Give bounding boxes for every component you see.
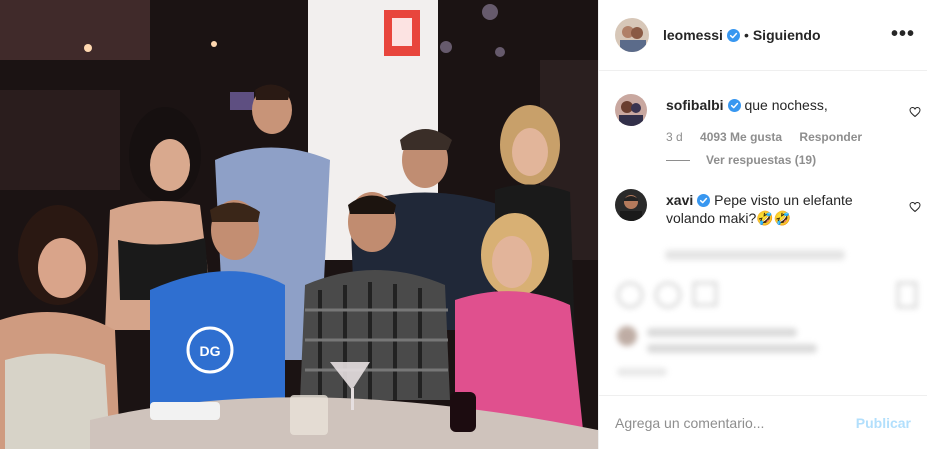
comment-composer: Agrega un comentario... Publicar <box>599 395 927 449</box>
verified-badge-icon <box>726 28 740 42</box>
comment-text: Pepe visto un elefante volando maki?🤣🤣 <box>666 192 853 226</box>
post-photo[interactable]: DG <box>0 0 598 449</box>
comment-likes[interactable]: 4093 Me gusta <box>700 130 782 144</box>
author-avatar[interactable] <box>615 18 649 52</box>
add-comment-input[interactable]: Agrega un comentario... <box>615 415 856 431</box>
verified-badge-icon <box>697 194 711 207</box>
comment-list[interactable]: sofibalbi que nochess, 3 d 4093 Me gusta… <box>599 72 927 250</box>
group-photo-illustration: DG <box>0 0 598 449</box>
post-side-panel: leomessi • Siguiendo ••• sofibalbi que n… <box>598 0 927 449</box>
replies-divider-line <box>666 160 690 162</box>
comment-text-block: sofibalbi que nochess, <box>666 96 899 114</box>
reply-button[interactable]: Responder <box>799 130 862 144</box>
view-replies-label: Ver respuestas (19) <box>706 153 817 167</box>
comment-age: 3 d <box>666 130 683 144</box>
verified-badge-icon <box>727 99 741 112</box>
comment-text-block: xavi Pepe visto un elefante volando maki… <box>666 191 899 227</box>
like-heart-icon[interactable] <box>909 106 921 118</box>
author-username[interactable]: leomessi <box>663 27 723 43</box>
view-replies-button[interactable]: Ver respuestas (19) <box>666 153 816 167</box>
separator-dot: • <box>743 27 749 43</box>
following-button[interactable]: Siguiendo <box>753 27 821 43</box>
blurred-actions-area <box>599 240 927 400</box>
comment-meta: 3 d 4093 Me gusta Responder <box>666 130 876 144</box>
publish-button[interactable]: Publicar <box>856 415 911 431</box>
comment-username[interactable]: xavi <box>666 192 693 208</box>
post-header: leomessi • Siguiendo ••• <box>599 0 927 71</box>
svg-text:DG: DG <box>200 343 221 359</box>
like-heart-icon[interactable] <box>909 201 921 213</box>
commenter-avatar[interactable] <box>615 94 647 126</box>
comment-text: que nochess, <box>744 97 828 113</box>
commenter-avatar[interactable] <box>615 189 647 221</box>
comment-username[interactable]: sofibalbi <box>666 97 724 113</box>
more-options-icon[interactable]: ••• <box>891 24 915 44</box>
